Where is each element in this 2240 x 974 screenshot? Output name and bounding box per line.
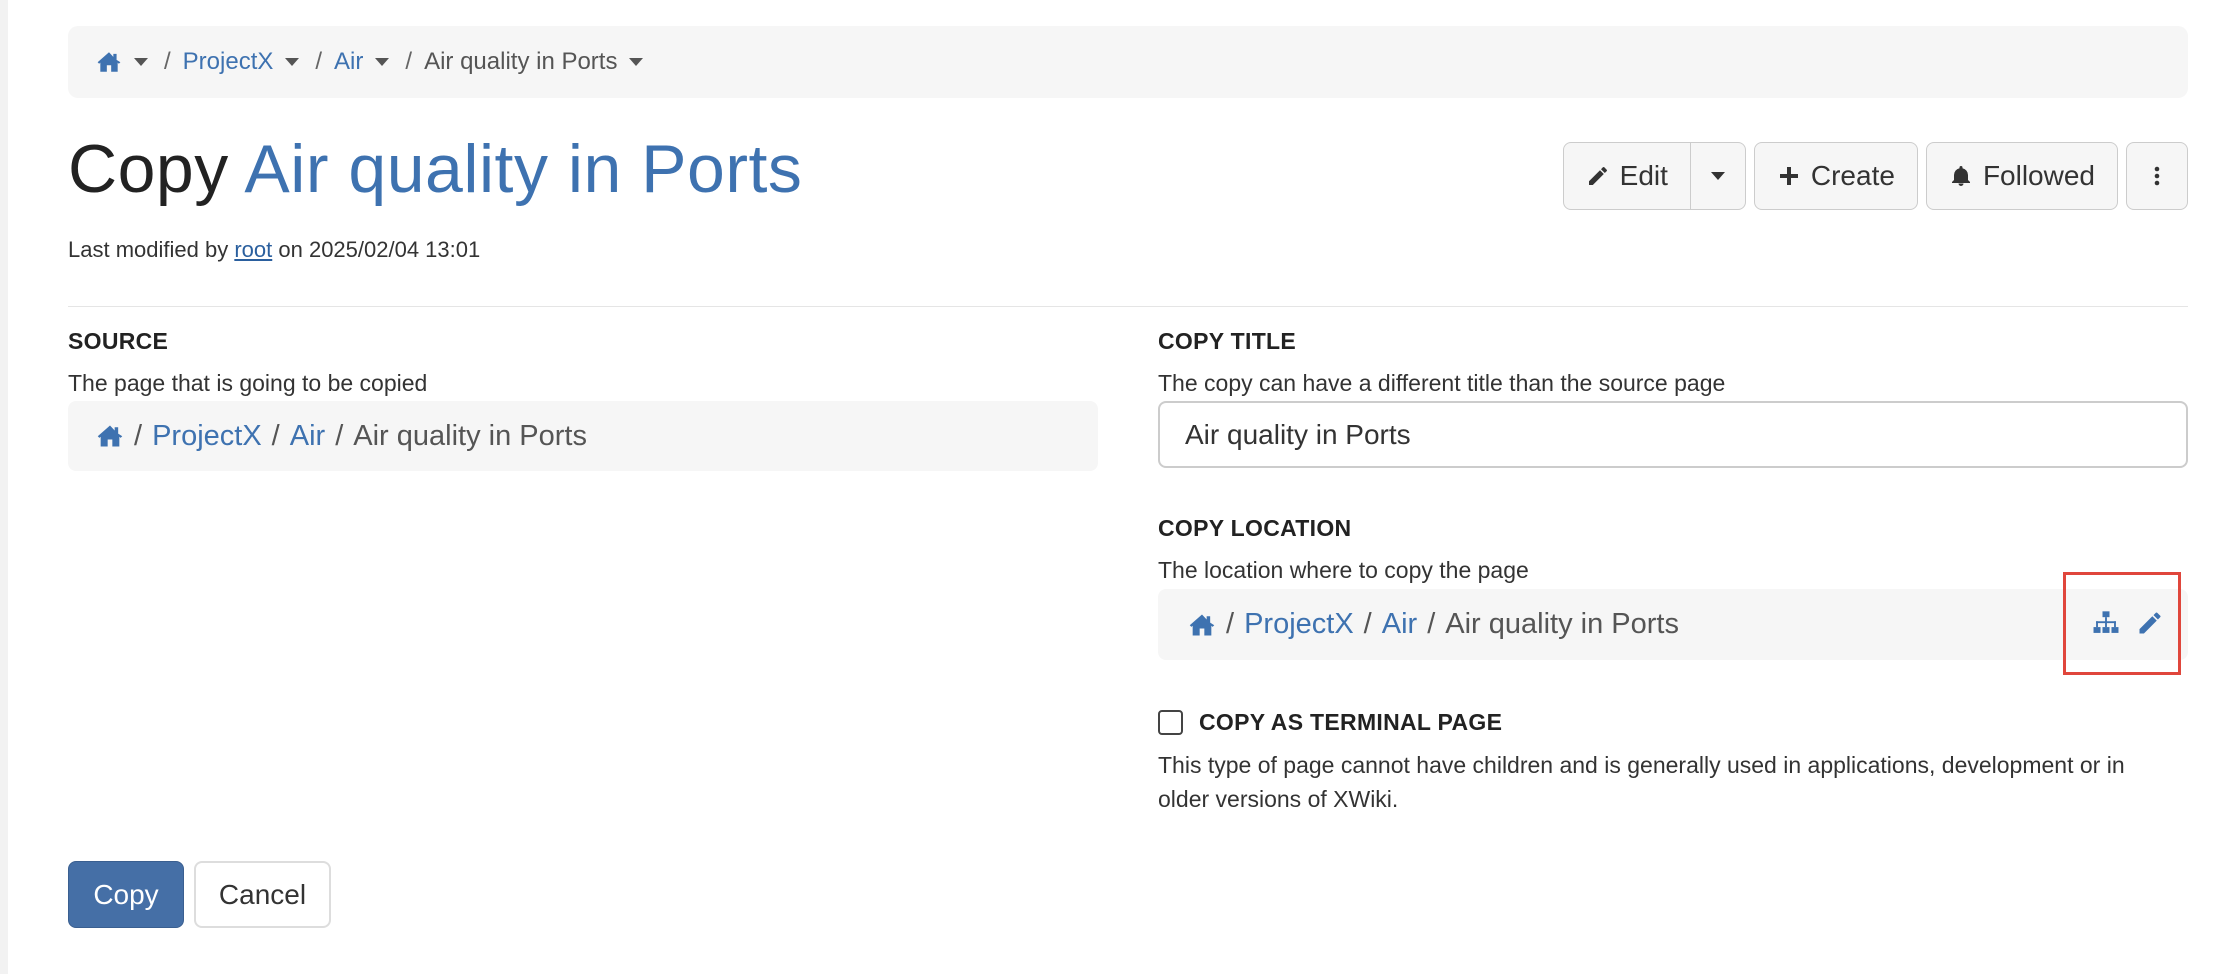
home-icon — [97, 52, 121, 72]
path-separator: / — [1226, 608, 1235, 640]
copy-location-hint: The location where to copy the page — [1158, 557, 1529, 583]
plus-icon — [1779, 167, 1798, 185]
edit-button[interactable]: Edit — [1562, 142, 1691, 210]
divider — [68, 306, 2188, 307]
breadcrumb-separator: / — [315, 48, 323, 75]
source-path-air[interactable]: Air — [290, 420, 325, 453]
source-hint: The page that is going to be copied — [68, 370, 428, 396]
chevron-down-icon — [1710, 172, 1725, 180]
location-path-projectx[interactable]: ProjectX — [1244, 608, 1354, 641]
breadcrumb-current: Air quality in Ports — [424, 48, 618, 75]
copy-location-label: COPY LOCATION — [1158, 515, 1352, 541]
terminal-checkbox[interactable] — [1158, 710, 1183, 735]
terminal-hint-line1: This type of page cannot have children a… — [1158, 752, 2125, 778]
pencil-icon — [1588, 167, 1607, 185]
edit-label: Edit — [1619, 160, 1668, 191]
source-label: SOURCE — [68, 328, 169, 354]
meta-after: on 2025/02/04 13:01 — [278, 237, 481, 262]
edit-dropdown-button[interactable] — [1690, 142, 1746, 210]
followed-label: Followed — [1982, 160, 2095, 191]
breadcrumb: / ProjectX / Air / Air quality in Ports — [68, 26, 2188, 98]
page-actions: Edit Create Followed — [1562, 142, 2188, 210]
path-separator: / — [134, 419, 143, 452]
location-path-air[interactable]: Air — [1382, 608, 1417, 641]
create-button[interactable]: Create — [1753, 142, 1918, 210]
highlight-box — [2063, 572, 2181, 675]
page-title: Copy Air quality in Ports — [68, 130, 802, 208]
chevron-down-icon[interactable] — [285, 58, 300, 66]
copy-title-hint: The copy can have a different title than… — [1158, 370, 1726, 396]
path-separator: / — [1363, 608, 1372, 640]
last-modified: Last modified by root on 2025/02/04 13:0… — [68, 237, 480, 263]
breadcrumb-air[interactable]: Air — [334, 48, 363, 76]
meta-before: Last modified by — [68, 237, 229, 262]
terminal-hint-line2: older versions of XWiki. — [1158, 786, 1399, 812]
copy-button[interactable]: Copy — [68, 861, 184, 928]
source-path: / ProjectX / Air / Air quality in Ports — [68, 401, 1098, 471]
terminal-label[interactable]: COPY AS TERMINAL PAGE — [1199, 709, 1502, 736]
meta-user-link[interactable]: root — [234, 237, 272, 262]
chevron-down-icon[interactable] — [375, 58, 390, 66]
chevron-down-icon[interactable] — [629, 58, 644, 66]
breadcrumb-projectx[interactable]: ProjectX — [183, 48, 274, 76]
copy-title-label: COPY TITLE — [1158, 328, 1297, 354]
more-actions-button[interactable] — [2126, 142, 2188, 210]
followed-button[interactable]: Followed — [1925, 142, 2118, 210]
title-prefix: Copy — [68, 131, 229, 207]
page-edge — [0, 0, 8, 974]
home-icon[interactable] — [1188, 611, 1216, 639]
source-path-current: Air quality in Ports — [353, 419, 587, 452]
breadcrumb-home[interactable] — [96, 49, 152, 75]
title-document[interactable]: Air quality in Ports — [244, 131, 802, 207]
location-path-current: Air quality in Ports — [1445, 608, 1679, 640]
kebab-menu-icon — [2154, 166, 2160, 186]
copy-title-input[interactable]: Air quality in Ports — [1158, 401, 2188, 468]
cancel-button[interactable]: Cancel — [194, 861, 331, 928]
chevron-down-icon[interactable] — [134, 58, 148, 66]
copy-location-path: / ProjectX / Air / Air quality in Ports — [1158, 589, 2188, 660]
bell-icon — [1951, 166, 1970, 186]
source-path-projectx[interactable]: ProjectX — [152, 420, 262, 453]
breadcrumb-separator: / — [164, 48, 171, 75]
path-separator: / — [335, 419, 344, 452]
path-separator: / — [1427, 608, 1436, 640]
create-label: Create — [1810, 160, 1895, 191]
path-separator: / — [271, 419, 280, 452]
home-icon[interactable] — [96, 422, 124, 450]
edit-button-group: Edit — [1562, 142, 1746, 210]
breadcrumb-separator: / — [405, 48, 413, 75]
